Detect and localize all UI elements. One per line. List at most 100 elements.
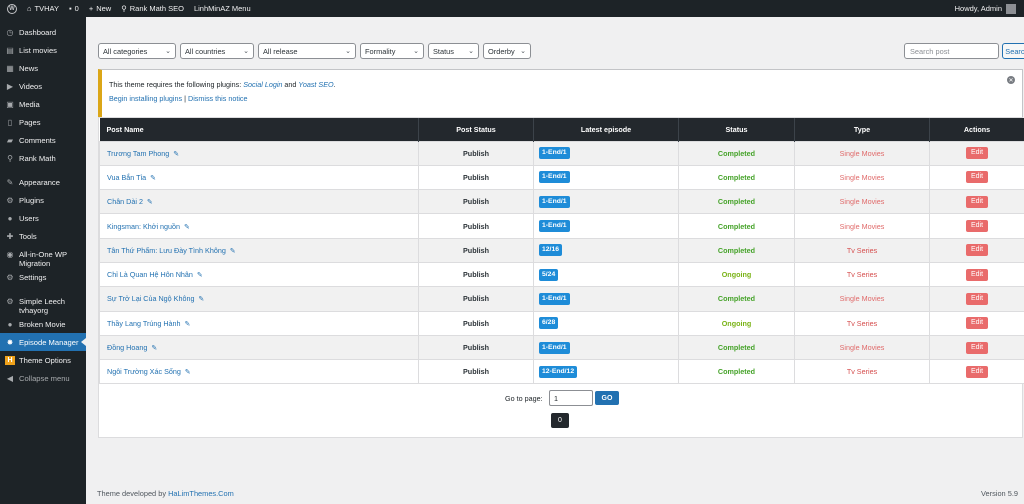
edit-button[interactable]: Edit <box>965 244 989 257</box>
sidebar-item-simple-leech-tvhayorg[interactable]: ⚙ Simple Leech tvhayorg <box>0 292 86 315</box>
edit-pencil-icon[interactable]: ✎ <box>171 151 179 158</box>
sidebar-item-label: Simple Leech tvhayorg <box>19 297 66 315</box>
footer-credit: Theme developed by HaLimThemes.Com <box>97 489 234 498</box>
sidebar-item-videos[interactable]: ▶ Videos <box>0 77 86 95</box>
type-cell: Single Movies <box>794 189 930 215</box>
post-name-link[interactable]: Chỉ Là Quan Hệ Hôn Nhân <box>107 270 193 279</box>
sidebar-item-rank-math[interactable]: ⚲ Rank Math <box>0 149 86 167</box>
page-button[interactable]: 0 <box>551 413 569 428</box>
edit-pencil-icon[interactable]: ✎ <box>228 248 236 255</box>
sidebar-item-all-in-one-wp-migration[interactable]: ◉ All-in-One WP Migration <box>0 245 86 268</box>
install-plugins-link[interactable]: Begin installing plugins <box>109 94 182 103</box>
sidebar-item-theme-options[interactable]: H Theme Options <box>0 351 86 369</box>
edit-button[interactable]: Edit <box>965 292 989 305</box>
post-name-link[interactable]: Ngôi Trường Xác Sống <box>107 367 181 376</box>
search-button[interactable]: Search <box>1002 43 1024 59</box>
edit-button[interactable]: Edit <box>965 171 989 184</box>
category-select[interactable]: All categories ⌄ <box>98 43 176 59</box>
edit-pencil-icon[interactable]: ✎ <box>183 321 190 328</box>
sidebar-item-pages[interactable]: ▯ Pages <box>0 113 86 131</box>
post-name-link[interactable]: Vua Bắn Tỉa <box>107 173 146 182</box>
post-name-link[interactable]: Kingsman: Khởi nguồn <box>107 222 180 231</box>
go-button[interactable]: GO <box>595 391 619 405</box>
edit-pencil-icon[interactable]: ✎ <box>195 272 203 279</box>
sidebar-item-settings[interactable]: ⚙ Settings <box>0 268 86 286</box>
actions-cell: Edit <box>929 261 1024 288</box>
wp-logo-button[interactable]: W <box>0 0 22 17</box>
search-input[interactable]: Search post <box>904 43 999 59</box>
sidebar-item-label: Theme Options <box>19 356 71 365</box>
user-account-menu[interactable]: Howdy, Admin <box>955 3 1024 14</box>
latest-episode-cell: 12/16 <box>533 237 679 263</box>
edit-button[interactable]: Edit <box>965 147 989 160</box>
site-name-link[interactable]: ⌂ TVHAY <box>22 0 64 17</box>
sidebar-item-collapse-menu[interactable]: ◀ Collapse menu <box>0 369 86 387</box>
status-cell: Completed <box>678 237 795 263</box>
sidebar-item-news[interactable]: ▦ News <box>0 59 86 77</box>
edit-pencil-icon[interactable]: ✎ <box>148 175 156 182</box>
edit-pencil-icon[interactable]: ✎ <box>145 199 153 206</box>
edit-button[interactable]: Edit <box>965 220 989 233</box>
edit-pencil-icon[interactable]: ✎ <box>183 369 191 376</box>
sidebar-item-comments[interactable]: ▰ Comments <box>0 131 86 149</box>
linhminaz-menu-link[interactable]: LinhMinAZ Menu <box>189 0 256 17</box>
sidebar-item-appearance[interactable]: ✎ Appearance <box>0 173 86 191</box>
social-login-link[interactable]: Social Login <box>243 80 282 89</box>
table-row: Thầy Lang Trúng Hành ✎ Publish 6/28 Ongoing… <box>99 310 1024 336</box>
post-name-link[interactable]: Tân Thứ Phẩm: Lưu Đày Tình Không <box>107 246 226 255</box>
post-name-link[interactable]: Sự Trở Lại Của Ngộ Không <box>107 294 194 303</box>
episode-badge: 12/16 <box>539 244 563 257</box>
sidebar-item-dashboard[interactable]: ◷ Dashboard <box>0 23 86 41</box>
post-name-link[interactable]: Đồng Hoang <box>107 343 147 352</box>
dismiss-notice-link[interactable]: Dismiss this notice <box>188 94 248 103</box>
new-content-button[interactable]: + New <box>84 0 116 17</box>
comments-link[interactable]: ▪ 0 <box>64 0 84 17</box>
post-status-cell: Publish <box>418 140 534 166</box>
formality-select[interactable]: Formality ⌄ <box>360 43 424 59</box>
goto-page-input[interactable]: 1 <box>549 390 593 406</box>
yoast-seo-link[interactable]: Yoast SEO <box>298 80 333 89</box>
sidebar-item-label: Users <box>19 214 39 223</box>
sidebar-item-tools[interactable]: ✚ Tools <box>0 227 86 245</box>
edit-button[interactable]: Edit <box>965 195 989 208</box>
latest-episode-cell: 5/24 <box>533 261 679 288</box>
news-icon: ▦ <box>6 64 14 73</box>
episode-badge: 1-End/1 <box>539 195 570 208</box>
close-icon[interactable]: ✕ <box>1007 76 1015 84</box>
edit-pencil-icon[interactable]: ✎ <box>196 296 204 303</box>
sidebar-item-episode-manager[interactable]: ✸ Episode Manager <box>0 333 86 351</box>
edit-pencil-icon[interactable]: ✎ <box>182 224 190 231</box>
edit-pencil-icon[interactable]: ✎ <box>149 345 157 352</box>
post-status-cell: Publish <box>418 237 534 263</box>
country-select[interactable]: All countries ⌄ <box>180 43 254 59</box>
table-header-row: Post Name Post Status Latest episode Status… <box>99 118 1024 141</box>
orderby-select[interactable]: Orderby ⌄ <box>483 43 531 59</box>
table-row: Kingsman: Khởi nguồn ✎ Publish 1-End/1 Comp… <box>99 213 1024 239</box>
post-name-link[interactable]: Thầy Lang Trúng Hành <box>107 319 181 328</box>
dashboard-icon: ◷ <box>6 28 14 37</box>
status-select[interactable]: Status ⌄ <box>428 43 479 59</box>
release-select[interactable]: All release ⌄ <box>258 43 356 59</box>
rankmath-seo-link[interactable]: ⚲ Rank Math SEO <box>116 0 189 17</box>
sidebar-item-label: Broken Movie <box>19 320 66 329</box>
latest-episode-cell: 1-End/1 <box>533 140 679 166</box>
edit-button[interactable]: Edit <box>965 341 989 354</box>
halimthemes-link[interactable]: HaLimThemes.Com <box>168 489 234 498</box>
sidebar-item-plugins[interactable]: ⚙ Plugins <box>0 191 86 209</box>
sidebar-item-users[interactable]: ● Users <box>0 209 86 227</box>
new-label: New <box>96 4 112 13</box>
sidebar-item-label: All-in-One WP Migration <box>19 250 67 268</box>
edit-button[interactable]: Edit <box>965 365 989 378</box>
edit-button[interactable]: Edit <box>965 317 989 330</box>
post-name-link[interactable]: Chân Dài 2 <box>107 197 143 206</box>
edit-button[interactable]: Edit <box>965 268 989 281</box>
post-name-link[interactable]: Trương Tam Phong <box>107 149 169 158</box>
sidebar-item-media[interactable]: ▣ Media <box>0 95 86 113</box>
rankmath-label: Rank Math SEO <box>129 4 184 13</box>
sidebar-item-list-movies[interactable]: ▤ List movies <box>0 41 86 59</box>
post-name-cell: Thầy Lang Trúng Hành ✎ <box>99 310 419 336</box>
post-status-cell: Publish <box>418 359 534 385</box>
notice-and: and <box>282 80 299 89</box>
sidebar-item-broken-movie[interactable]: ● Broken Movie <box>0 315 86 333</box>
filter-bar: All categories ⌄ All countries ⌄ All relea… <box>98 43 1024 59</box>
